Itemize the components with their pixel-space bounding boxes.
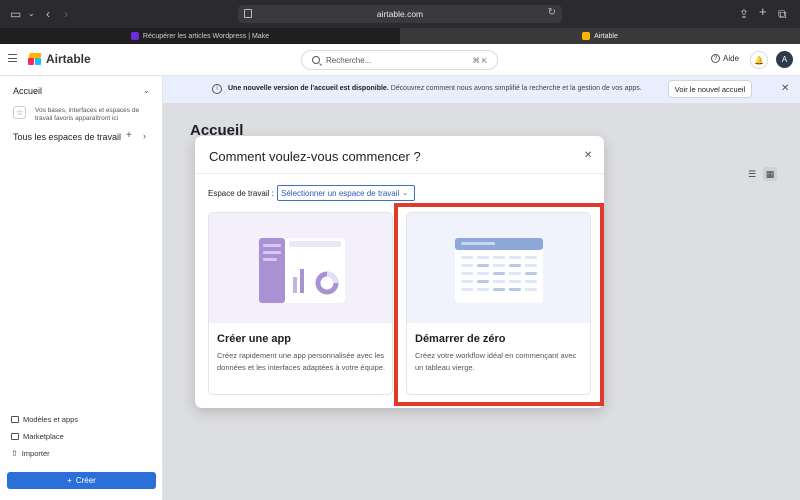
sidebar-item-label: Marketplace: [23, 432, 64, 441]
airtable-logo-icon: [28, 52, 42, 66]
make-favicon-icon: [130, 32, 139, 40]
chevron-down-icon: ⌄: [402, 190, 409, 197]
info-icon: i: [212, 84, 222, 94]
highlight-box: [394, 203, 604, 406]
reload-icon[interactable]: ↻: [548, 7, 556, 18]
modal-title: Comment voulez-vous commencer ?: [209, 149, 421, 164]
sidebar-item-marketplace[interactable]: Marketplace: [11, 432, 64, 441]
sidebar-item-import[interactable]: ⇧ Importer: [11, 449, 50, 458]
option-create-app[interactable]: Créer une app Créez rapidement une app p…: [208, 212, 393, 395]
avatar[interactable]: A: [776, 51, 793, 68]
view-new-home-button[interactable]: Voir le nouvel accueil: [668, 80, 752, 98]
sidebar-item-workspaces[interactable]: Tous les espaces de travail: [13, 132, 121, 142]
option-title: Créer une app: [217, 333, 291, 345]
url-text: airtable.com: [376, 9, 424, 19]
help-icon: ?: [711, 54, 720, 63]
option-description: Créez rapidement une app personnalisée a…: [217, 351, 386, 372]
sidebar-toggle-icon[interactable]: ▭: [10, 7, 21, 21]
sidebar-item-label: Modèles et apps: [23, 415, 79, 424]
workspace-label: Espace de travail :: [208, 189, 274, 198]
add-workspace-icon[interactable]: +: [126, 130, 132, 141]
avatar-initial: A: [781, 55, 788, 64]
help-label: Aide: [723, 54, 740, 63]
plus-icon: +: [67, 476, 72, 485]
chevron-down-icon[interactable]: ⌄: [143, 86, 150, 95]
browser-toolbar: ▭ ⌄ ‹ › airtable.com ↻ ⇪ + ⧉: [0, 0, 800, 28]
app-header: Airtable Recherche... ⌘ K ? Aide 🔔 A: [0, 44, 800, 76]
close-icon[interactable]: ✕: [584, 150, 592, 161]
book-icon: [11, 416, 19, 423]
chevron-down-icon[interactable]: ⌄: [28, 7, 35, 21]
upload-icon: ⇧: [11, 449, 18, 458]
create-button-label: Créer: [75, 476, 96, 485]
app-illustration: [209, 213, 392, 323]
banner-text: Une nouvelle version de l'accueil est di…: [228, 85, 642, 92]
close-icon[interactable]: ✕: [781, 83, 789, 94]
menu-icon[interactable]: [8, 54, 17, 62]
notifications-button[interactable]: 🔔: [750, 51, 768, 69]
workspace-select-value: Sélectionner un espace de travail: [281, 188, 400, 198]
create-button[interactable]: + Créer: [7, 472, 156, 489]
workspace-select[interactable]: Sélectionner un espace de travail ⌄: [277, 185, 415, 201]
update-banner: i Une nouvelle version de l'accueil est …: [163, 76, 800, 103]
sidebar-item-templates[interactable]: Modèles et apps: [11, 415, 78, 424]
banner-bold-text: Une nouvelle version de l'accueil est di…: [228, 85, 389, 92]
help-button[interactable]: ? Aide: [711, 54, 739, 63]
sidebar: Accueil ⌄ ☆ Vos bases, interfaces et esp…: [0, 76, 163, 500]
share-icon[interactable]: ⇪: [739, 7, 749, 21]
chevron-right-icon[interactable]: ›: [143, 131, 146, 141]
app-preview-icon: [259, 238, 345, 303]
new-tab-icon[interactable]: +: [759, 5, 767, 19]
star-icon: ☆: [13, 106, 26, 119]
sidebar-item-home[interactable]: Accueil: [13, 86, 42, 96]
tab-make[interactable]: Récupérer les articles Wordpress | Make: [0, 28, 400, 44]
forward-icon[interactable]: ›: [64, 7, 68, 21]
address-bar[interactable]: airtable.com ↻: [238, 5, 562, 23]
page-settings-icon[interactable]: [244, 9, 252, 18]
airtable-logo[interactable]: Airtable: [28, 52, 91, 66]
search-placeholder: Recherche...: [326, 55, 372, 65]
airtable-favicon-icon: [582, 32, 591, 40]
tab-airtable[interactable]: Airtable: [400, 28, 800, 44]
tab-overview-icon[interactable]: ⧉: [778, 7, 787, 21]
search-shortcut: ⌘ K: [472, 55, 487, 65]
banner-body-text: Découvrez comment nous avons simplifié l…: [390, 85, 642, 92]
back-icon[interactable]: ‹: [46, 7, 50, 21]
tab-bar: Récupérer les articles Wordpress | Make …: [0, 28, 800, 44]
divider: [195, 173, 604, 174]
search-icon: [312, 56, 320, 64]
tab-label: Airtable: [594, 32, 618, 40]
bell-icon: 🔔: [754, 55, 764, 65]
search-input[interactable]: Recherche... ⌘ K: [301, 50, 498, 70]
starred-hint: Vos bases, interfaces et espaces de trav…: [35, 107, 140, 122]
sidebar-item-label: Importer: [21, 449, 50, 458]
tab-label: Récupérer les articles Wordpress | Make: [142, 32, 270, 40]
logo-text: Airtable: [46, 52, 91, 66]
store-icon: [11, 433, 19, 440]
